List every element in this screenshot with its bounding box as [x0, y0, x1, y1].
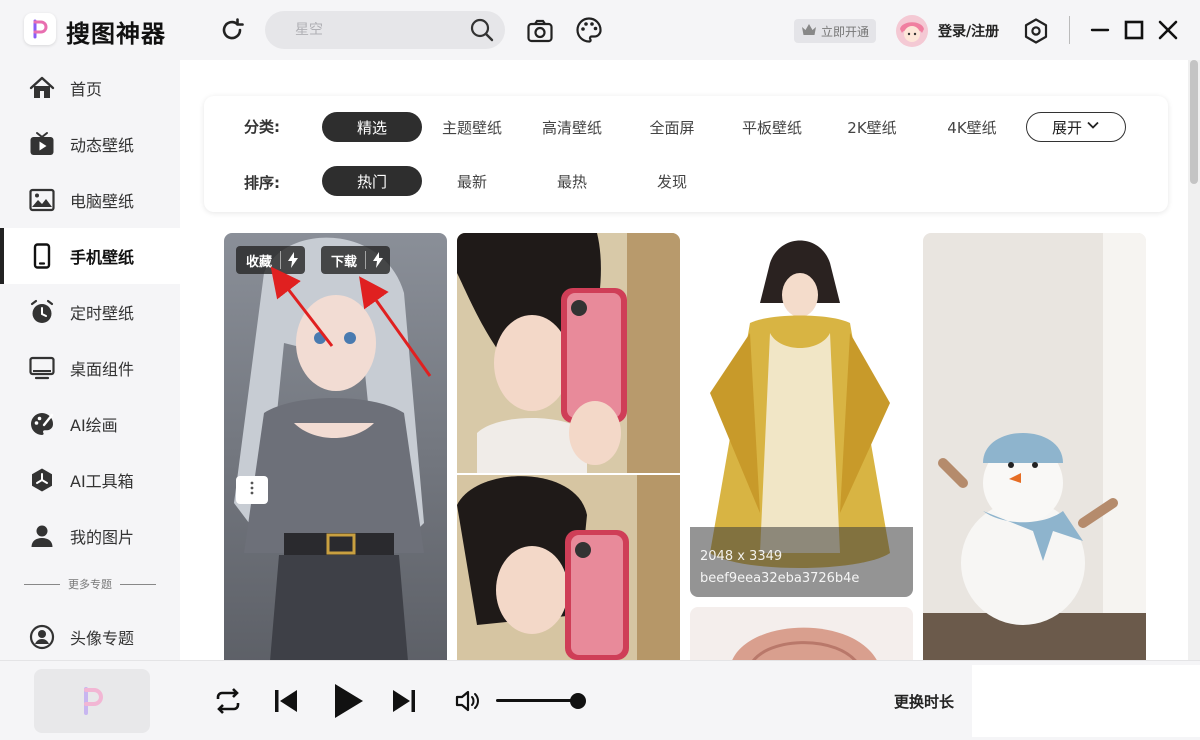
app-logo-icon	[84, 687, 103, 715]
camera-icon[interactable]	[526, 17, 554, 45]
sidebar-item-avatar-topic[interactable]: 头像专题	[0, 609, 180, 665]
app-logo-icon	[24, 13, 56, 45]
user-icon	[28, 522, 56, 550]
maximize-icon[interactable]	[1122, 18, 1146, 42]
ai-toolbox-icon	[28, 466, 56, 494]
search-box	[265, 11, 505, 49]
sidebar-item-home[interactable]: 首页	[0, 60, 180, 116]
sidebar-item-label: 手机壁纸	[70, 248, 135, 267]
volume-slider-handle[interactable]	[570, 693, 586, 709]
crown-icon	[801, 23, 817, 40]
sidebar-item-my-images[interactable]: 我的图片	[0, 508, 180, 564]
sidebar-item-label: 定时壁纸	[70, 304, 135, 323]
search-input[interactable]	[295, 22, 469, 38]
sidebar-item-timed-wallpaper[interactable]: 定时壁纸	[0, 284, 180, 340]
sidebar-item-label: 动态壁纸	[70, 136, 135, 155]
sidebar-item-ai-toolbox[interactable]: AI工具箱	[0, 452, 180, 508]
player-bar: 更换时长	[0, 660, 1200, 740]
divider	[1069, 16, 1070, 44]
vip-label: 立即开通	[820, 24, 869, 39]
sidebar-item-pc-wallpaper[interactable]: 电脑壁纸	[0, 172, 180, 228]
volume-icon[interactable]	[450, 683, 486, 719]
phone-icon	[28, 242, 56, 270]
sidebar-item-ai-painting[interactable]: AI绘画	[0, 396, 180, 452]
annotation-arrows	[270, 266, 432, 377]
sidebar-item-desktop-widgets[interactable]: 桌面组件	[0, 340, 180, 396]
title-bar: 搜图神器 立即开通 登录/注册	[0, 0, 1200, 60]
change-duration-button[interactable]: 更换时长	[894, 691, 954, 712]
refresh-icon[interactable]	[218, 16, 246, 44]
sidebar-item-label: AI绘画	[70, 416, 118, 435]
volume-slider-track[interactable]	[496, 699, 578, 702]
avatar[interactable]	[896, 15, 928, 47]
main-content: 分类: 精选 主题壁纸 高清壁纸 全面屏 平板壁纸 2K壁纸 4K壁纸 展开 排…	[180, 60, 1188, 660]
avatar-circle-icon	[28, 623, 56, 651]
ai-palette-icon	[28, 410, 56, 438]
alarm-clock-icon	[28, 298, 56, 326]
play-icon[interactable]	[328, 681, 368, 721]
settings-hex-icon[interactable]	[1022, 17, 1050, 45]
image-icon	[28, 186, 56, 214]
previous-icon[interactable]	[268, 683, 304, 719]
right-panel	[972, 665, 1200, 737]
tv-play-icon	[28, 130, 56, 158]
sidebar-item-label: 我的图片	[70, 528, 135, 547]
app-title: 搜图神器	[66, 20, 166, 48]
sidebar-item-label: 电脑壁纸	[70, 192, 135, 211]
scrollbar-thumb[interactable]	[1190, 60, 1198, 184]
monitor-icon	[28, 354, 56, 382]
sidebar: 首页 动态壁纸 电脑壁纸 手机壁纸 定时壁纸 桌面组件 AI绘画 AI工具箱 我…	[0, 60, 180, 660]
home-icon	[28, 74, 56, 102]
close-icon[interactable]	[1156, 18, 1180, 42]
scrollbar[interactable]	[1188, 60, 1200, 660]
sidebar-item-live-wallpaper[interactable]: 动态壁纸	[0, 116, 180, 172]
more-topics-divider: 更多专题	[24, 576, 156, 592]
loop-icon[interactable]	[210, 683, 246, 719]
vip-button[interactable]: 立即开通	[794, 19, 876, 43]
sidebar-item-label: AI工具箱	[70, 472, 134, 491]
more-topics-label: 更多专题	[68, 578, 112, 591]
search-icon[interactable]	[469, 17, 495, 43]
minimize-icon[interactable]	[1088, 18, 1112, 42]
sidebar-item-label: 桌面组件	[70, 360, 135, 379]
palette-icon[interactable]	[575, 16, 603, 44]
current-wallpaper-thumb[interactable]	[34, 669, 150, 733]
next-icon[interactable]	[386, 683, 422, 719]
sidebar-item-label: 头像专题	[70, 629, 135, 648]
sidebar-item-phone-wallpaper[interactable]: 手机壁纸	[0, 228, 180, 284]
sidebar-item-label: 首页	[70, 80, 103, 99]
login-register-link[interactable]: 登录/注册	[938, 21, 999, 41]
